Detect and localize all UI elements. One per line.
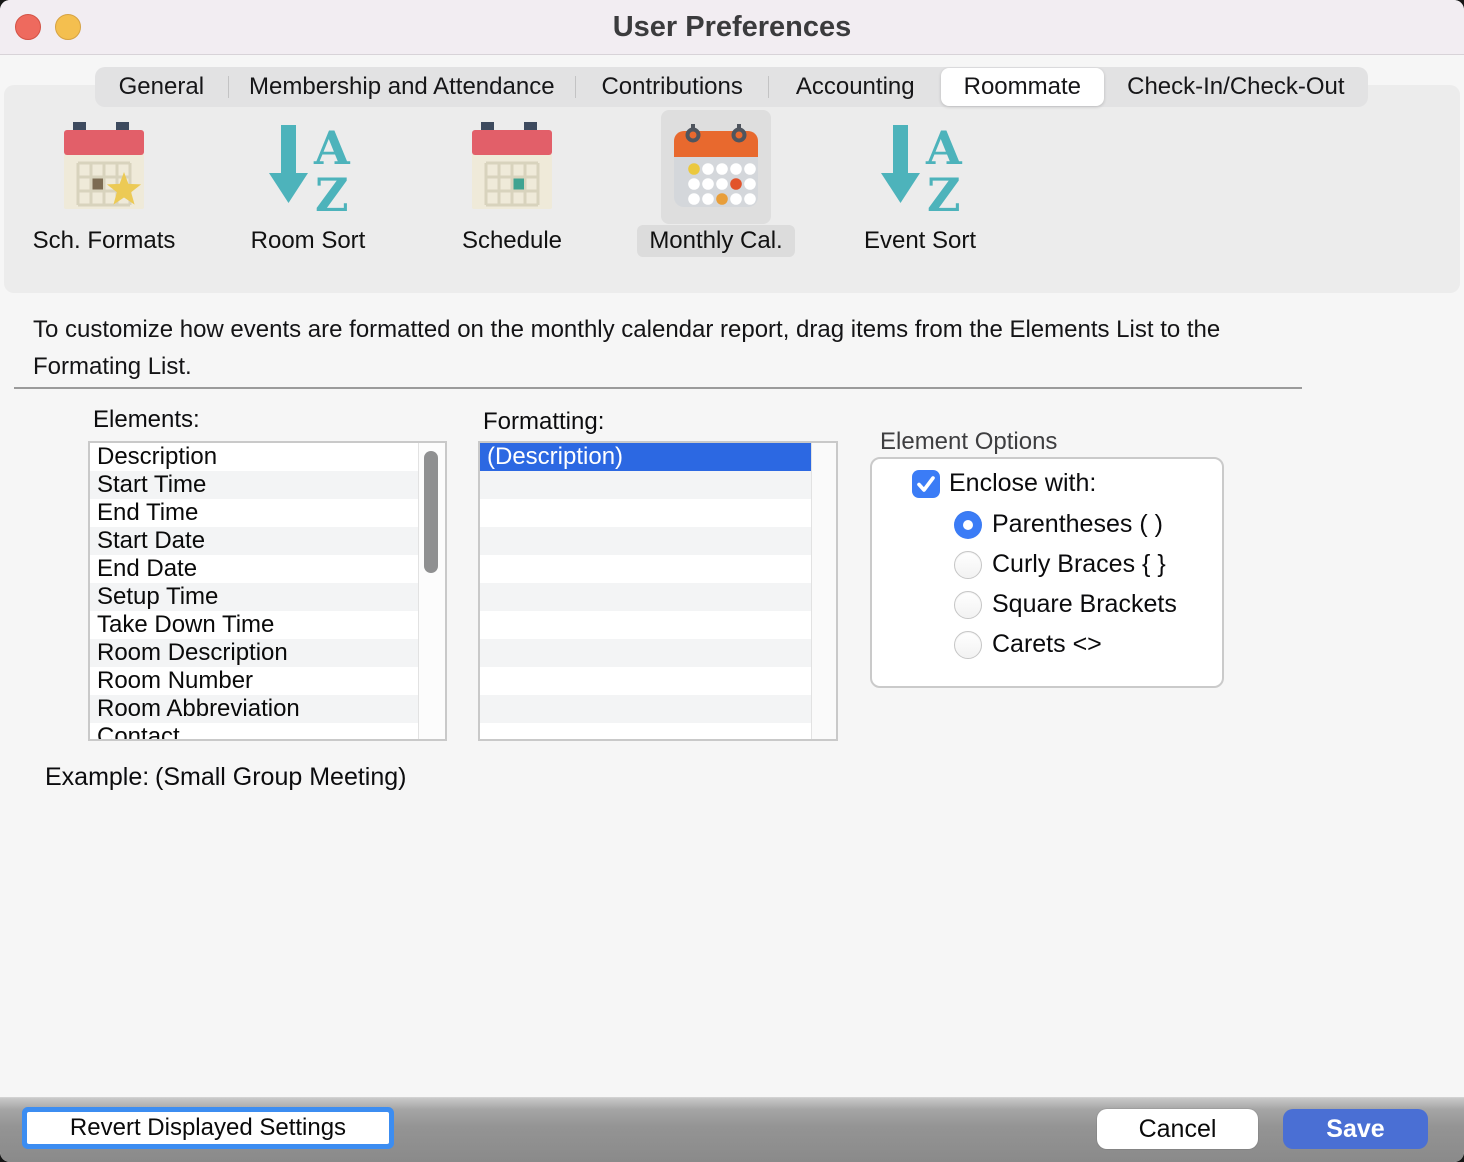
- calendar-grid-icon: [457, 110, 567, 224]
- empty-list-row: [480, 611, 812, 639]
- radio-unselected-icon[interactable]: [954, 551, 982, 579]
- enclose-with-checkbox[interactable]: Enclose with:: [912, 469, 1096, 498]
- revert-button[interactable]: Revert Displayed Settings: [27, 1112, 389, 1144]
- svg-text:Z: Z: [315, 168, 349, 215]
- list-item-setup-time[interactable]: Setup Time: [90, 583, 419, 611]
- save-button[interactable]: Save: [1283, 1109, 1428, 1149]
- element-options-label: Element Options: [880, 428, 1057, 456]
- list-item-take-down-time[interactable]: Take Down Time: [90, 611, 419, 639]
- window-title: User Preferences: [0, 0, 1464, 55]
- calendar-star-icon: [49, 110, 159, 224]
- empty-list-row: [480, 527, 812, 555]
- radio-label: Curly Braces { }: [992, 550, 1166, 579]
- empty-list-row: [480, 555, 812, 583]
- list-item-contact[interactable]: Contact: [90, 723, 419, 739]
- toolbar-item-label: Room Sort: [239, 225, 378, 257]
- list-item-start-date[interactable]: Start Date: [90, 527, 419, 555]
- example-label: Example:: [45, 763, 149, 792]
- toolbar-item-sch-formats[interactable]: Sch. Formats: [29, 110, 179, 257]
- footer-bar: Revert Displayed Settings Cancel Save: [0, 1097, 1464, 1162]
- elements-scrollbar[interactable]: [418, 443, 445, 739]
- list-item-description[interactable]: Description: [90, 443, 419, 471]
- titlebar: User Preferences: [0, 0, 1464, 55]
- tab-general[interactable]: General: [95, 67, 228, 107]
- empty-list-row: [480, 667, 812, 695]
- sort-az-icon: A Z: [865, 110, 975, 224]
- scrollbar-thumb[interactable]: [424, 451, 438, 573]
- svg-text:A: A: [313, 121, 351, 175]
- radio-parentheses[interactable]: Parentheses ( ): [954, 510, 1163, 539]
- tab-accounting[interactable]: Accounting: [769, 67, 941, 107]
- empty-list-row: [480, 499, 812, 527]
- list-item-room-description[interactable]: Room Description: [90, 639, 419, 667]
- empty-list-row: [480, 583, 812, 611]
- svg-text:A: A: [925, 121, 963, 175]
- list-item-description[interactable]: (Description): [480, 443, 812, 471]
- empty-list-row: [480, 695, 812, 723]
- user-preferences-window: User Preferences GeneralMembership and A…: [0, 0, 1464, 1162]
- radio-square-brackets[interactable]: Square Brackets: [954, 590, 1177, 619]
- toolbar-item-label: Event Sort: [852, 225, 988, 257]
- example-value: (Small Group Meeting): [155, 763, 406, 792]
- description-text: To customize how events are formatted on…: [33, 311, 1238, 385]
- tab-membership-and-attendance[interactable]: Membership and Attendance: [229, 67, 575, 107]
- elements-list: DescriptionStart TimeEnd TimeStart DateE…: [88, 441, 447, 741]
- element-options-panel: Enclose with: Parentheses ( ) Curly Brace…: [870, 457, 1224, 688]
- empty-list-row: [480, 723, 812, 739]
- toolbar-item-label: Schedule: [450, 225, 574, 257]
- cancel-button[interactable]: Cancel: [1097, 1109, 1258, 1149]
- radio-unselected-icon[interactable]: [954, 631, 982, 659]
- radio-label: Carets <>: [992, 630, 1102, 659]
- formatting-list: (Description): [478, 441, 838, 741]
- radio-unselected-icon[interactable]: [954, 591, 982, 619]
- radio-label: Square Brackets: [992, 590, 1177, 619]
- empty-list-row: [480, 471, 812, 499]
- elements-rows: DescriptionStart TimeEnd TimeStart DateE…: [90, 443, 419, 739]
- empty-list-row: [480, 639, 812, 667]
- checkbox-label: Enclose with:: [949, 469, 1096, 498]
- list-item-end-time[interactable]: End Time: [90, 499, 419, 527]
- tab-bar: GeneralMembership and AttendanceContribu…: [95, 67, 1368, 107]
- tab-contributions[interactable]: Contributions: [576, 67, 769, 107]
- list-item-room-abbreviation[interactable]: Room Abbreviation: [90, 695, 419, 723]
- formatting-rows: (Description): [480, 443, 812, 739]
- radio-carets[interactable]: Carets <>: [954, 630, 1102, 659]
- toolbar-item-room-sort[interactable]: A Z Room Sort: [233, 110, 383, 257]
- toolbar-item-monthly-cal[interactable]: Monthly Cal.: [641, 110, 791, 257]
- tab-roommate[interactable]: Roommate: [941, 68, 1104, 106]
- sort-az-icon: A Z: [253, 110, 363, 224]
- radio-curly-braces[interactable]: Curly Braces { }: [954, 550, 1166, 579]
- elements-label: Elements:: [93, 406, 200, 434]
- toolbar-item-label: Sch. Formats: [21, 225, 188, 257]
- toolbar-item-event-sort[interactable]: A Z Event Sort: [845, 110, 995, 257]
- tab-check-in-check-out[interactable]: Check-In/Check-Out: [1104, 67, 1368, 107]
- monthly-calendar-icon: [661, 110, 771, 224]
- checkbox-checked-icon[interactable]: [912, 470, 940, 498]
- list-item-end-date[interactable]: End Date: [90, 555, 419, 583]
- radio-label: Parentheses ( ): [992, 510, 1163, 539]
- divider: [14, 387, 1302, 389]
- toolbar-item-label: Monthly Cal.: [637, 225, 794, 257]
- formatting-scrollbar[interactable]: [811, 443, 836, 739]
- toolbar: Sch. Formats A Z Room Sort Schedule Mont…: [29, 110, 1049, 257]
- list-item-start-time[interactable]: Start Time: [90, 471, 419, 499]
- radio-selected-icon[interactable]: [954, 511, 982, 539]
- toolbar-item-schedule[interactable]: Schedule: [437, 110, 587, 257]
- svg-text:Z: Z: [927, 168, 961, 215]
- formatting-label: Formatting:: [483, 408, 604, 436]
- list-item-room-number[interactable]: Room Number: [90, 667, 419, 695]
